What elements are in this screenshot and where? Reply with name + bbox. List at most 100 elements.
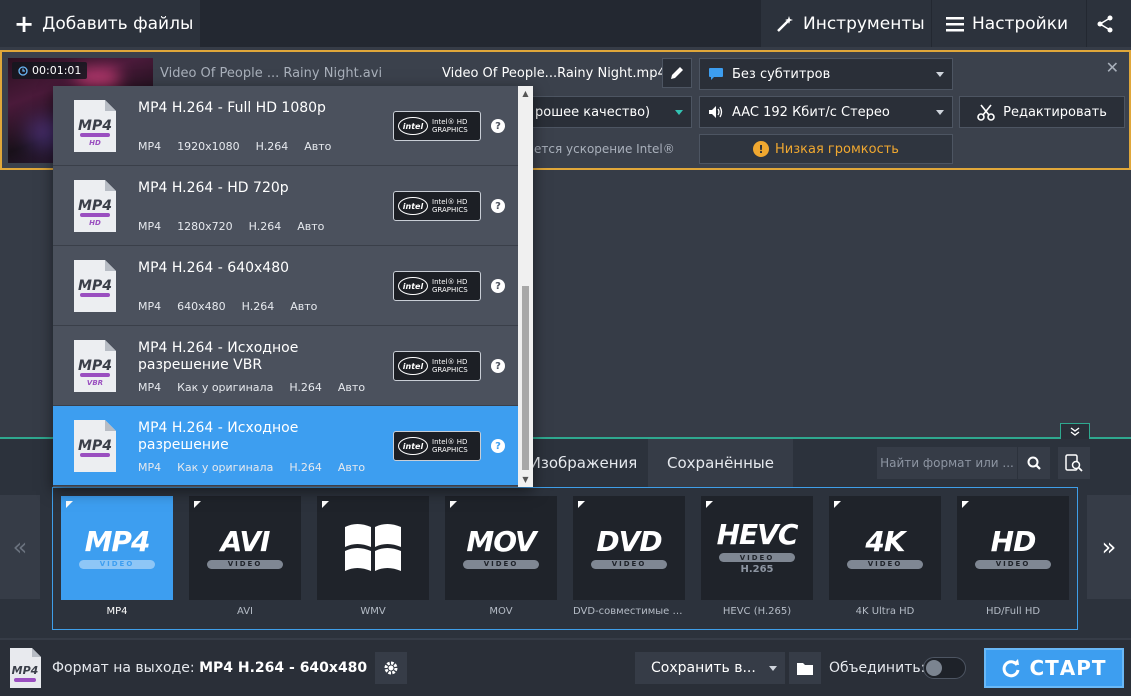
start-button[interactable]: СТАРТ: [984, 648, 1124, 688]
format-tile[interactable]: [317, 496, 429, 600]
preset-spec: Авто: [337, 381, 366, 394]
intel-badge-text: Intel® HD GRAPHICS: [432, 358, 468, 374]
preset-item[interactable]: MP4 MP4 H.264 - Исходное разрешение MP4 К…: [53, 406, 518, 486]
preset-spec: 1920x1080: [177, 140, 240, 153]
edit-label: Редактировать: [1003, 104, 1107, 120]
intel-logo: intel: [398, 117, 428, 135]
preset-spec: H.264: [241, 300, 275, 313]
chevron-down-icon: [936, 110, 944, 115]
help-icon[interactable]: ?: [491, 199, 505, 213]
scroll-up-arrow[interactable]: ▲: [518, 86, 533, 101]
double-chevron-down-icon: [1070, 426, 1080, 436]
format-tile[interactable]: AVI VIDEO: [189, 496, 301, 600]
speaker-icon: [709, 106, 723, 118]
preset-scrollbar[interactable]: ▲ ▼: [518, 86, 533, 487]
tools-button[interactable]: Инструменты: [761, 0, 931, 47]
format-tile[interactable]: MOV VIDEO: [445, 496, 557, 600]
format-tile-label: WMV: [360, 606, 386, 617]
help-icon[interactable]: ?: [491, 439, 505, 453]
preset-spec: Авто: [304, 140, 332, 153]
format-tile[interactable]: MP4 VIDEO: [61, 496, 173, 600]
help-icon[interactable]: ?: [491, 119, 505, 133]
intel-logo: intel: [398, 197, 428, 215]
chevron-down-icon: [769, 666, 777, 671]
folder-icon: [797, 662, 813, 675]
output-format-label: Формат на выходе:: [52, 660, 195, 676]
subtitles-dropdown[interactable]: Без субтитров: [699, 58, 953, 90]
format-tile[interactable]: 4K VIDEO: [829, 496, 941, 600]
preset-item[interactable]: MP4 VBR MP4 H.264 - Исходное разрешение …: [53, 326, 518, 406]
share-button[interactable]: [1087, 0, 1131, 47]
tab-saved[interactable]: Сохранённые: [648, 439, 793, 487]
format-settings-button[interactable]: [375, 652, 407, 684]
scroll-left-button[interactable]: «: [0, 495, 40, 599]
format-logo-subtext: VIDEO: [79, 559, 155, 569]
corner-marker: [66, 501, 73, 508]
preset-spec: 640x480: [177, 300, 226, 313]
open-folder-button[interactable]: [789, 652, 821, 684]
corner-marker: [194, 501, 201, 508]
output-format-value: MP4 H.264 - 640x480: [199, 660, 368, 676]
preset-spec: MP4: [138, 381, 162, 394]
preset-spec: MP4: [138, 461, 162, 474]
preset-spec: Авто: [337, 461, 366, 474]
intel-badge-text: Intel® HD GRAPHICS: [432, 278, 468, 294]
plus-icon: +: [14, 9, 35, 38]
search-button[interactable]: [1018, 447, 1050, 479]
detect-device-button[interactable]: [1058, 447, 1090, 479]
format-search-input[interactable]: Найти формат или ...: [877, 447, 1017, 479]
intel-logo: intel: [398, 277, 428, 295]
low-volume-warning[interactable]: ! Низкая громкость: [699, 134, 953, 164]
merge-label: Объединить:: [829, 660, 926, 676]
preset-spec: H.264: [255, 140, 289, 153]
format-logo-text: HEVC: [716, 518, 799, 551]
format-logo-codec: H.265: [740, 564, 774, 575]
tab-images[interactable]: Изображения: [520, 439, 647, 487]
save-to-dropdown[interactable]: Сохранить в...: [635, 652, 785, 684]
mp4-file-icon: MP4: [10, 648, 41, 688]
intel-badge-line1: Intel® HD: [432, 278, 468, 286]
collapse-panel-button[interactable]: [1060, 423, 1090, 439]
preset-dropdown-list: MP4 HD MP4 H.264 - Full HD 1080p MP4 1920…: [53, 86, 533, 487]
quality-dropdown[interactable]: рошее качество): [526, 96, 692, 128]
svg-text:VBR: VBR: [87, 379, 103, 387]
preset-spec: Авто: [297, 220, 325, 233]
format-logo-subtext: VIDEO: [207, 559, 283, 569]
preset-item[interactable]: MP4 MP4 H.264 - 640x480 MP4 640x480 H.264 А…: [53, 246, 518, 326]
format-tile-label: MOV: [489, 606, 513, 617]
audio-dropdown[interactable]: AAC 192 Кбит/с Стерео: [699, 96, 953, 128]
scroll-down-arrow[interactable]: ▼: [518, 472, 533, 487]
preset-specs: MP4 Как у оригинала H.264 Авто: [138, 381, 381, 394]
intel-acceleration-note: ется ускорение Intel®: [534, 142, 675, 156]
corner-marker: [450, 501, 457, 508]
help-icon[interactable]: ?: [491, 279, 505, 293]
intel-logo: intel: [398, 437, 428, 455]
format-logo-subtext: VIDEO: [975, 559, 1051, 569]
preset-name: MP4 H.264 - HD 720p: [138, 180, 289, 196]
mp4-file-icon: MP4 HD: [74, 180, 116, 232]
merge-toggle[interactable]: [923, 657, 966, 679]
scrollbar-thumb[interactable]: [522, 286, 529, 470]
preset-item[interactable]: MP4 HD MP4 H.264 - HD 720p MP4 1280x720 H.…: [53, 166, 518, 246]
help-icon[interactable]: ?: [491, 359, 505, 373]
add-files-button[interactable]: + Добавить файлы: [0, 0, 200, 47]
preset-name: MP4 H.264 - Full HD 1080p: [138, 100, 326, 116]
format-tile[interactable]: HD VIDEO: [957, 496, 1069, 600]
format-tile[interactable]: HEVC VIDEO H.265: [701, 496, 813, 600]
mp4-file-icon: MP4: [74, 420, 116, 472]
edit-button[interactable]: Редактировать: [959, 96, 1125, 128]
preset-spec: 1280x720: [177, 220, 233, 233]
scroll-right-button[interactable]: »: [1087, 495, 1131, 599]
preset-item[interactable]: MP4 HD MP4 H.264 - Full HD 1080p MP4 1920…: [53, 86, 518, 166]
format-tile[interactable]: DVD VIDEO: [573, 496, 685, 600]
output-format: Формат на выходе: MP4 H.264 - 640x480: [52, 660, 367, 676]
intel-badge-line2: GRAPHICS: [432, 126, 468, 134]
close-icon[interactable]: ✕: [1106, 58, 1119, 77]
svg-text:HD: HD: [89, 139, 101, 147]
preset-spec: H.264: [248, 220, 282, 233]
format-tile-label: HEVC (H.265): [722, 606, 792, 617]
settings-button[interactable]: Настройки: [932, 0, 1086, 47]
format-logo-text: DVD: [596, 524, 662, 558]
svg-text:MP4: MP4: [12, 664, 39, 677]
rename-button[interactable]: [662, 58, 692, 88]
